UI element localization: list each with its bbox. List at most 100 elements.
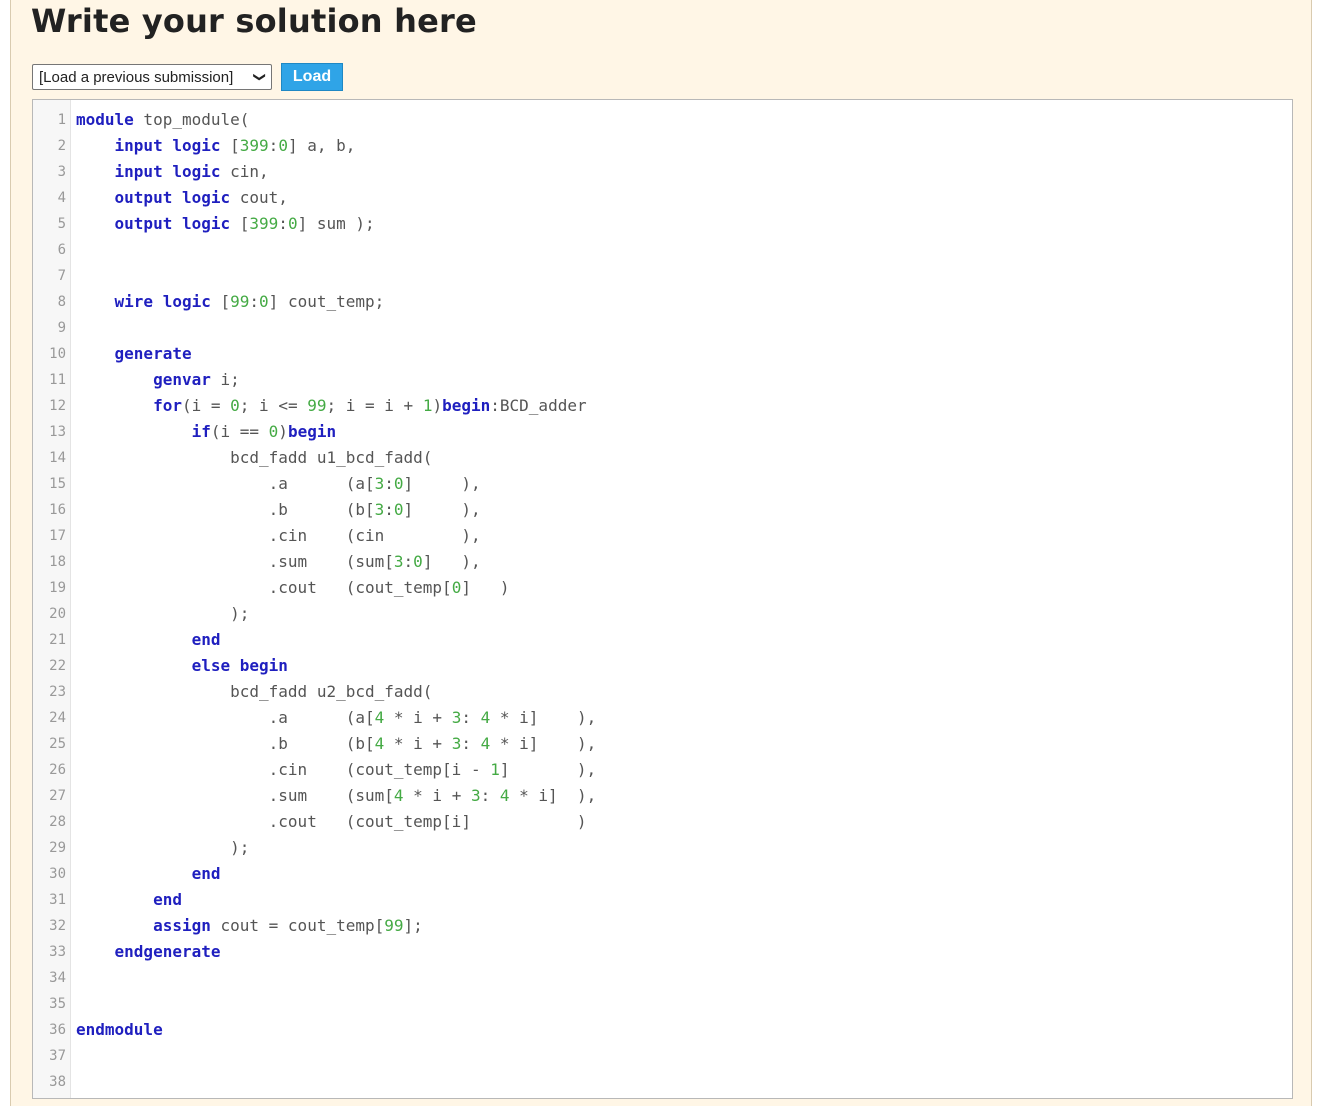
code-token: .cout (cout_temp[ bbox=[76, 578, 452, 597]
code-keyword: endgenerate bbox=[114, 942, 221, 961]
code-token: .cin (cin ), bbox=[76, 526, 481, 545]
code-line[interactable]: 34 bbox=[33, 965, 1292, 991]
code-line[interactable]: 10 generate bbox=[33, 341, 1292, 367]
code-number: 4 bbox=[374, 708, 385, 727]
code-text[interactable]: .sum (sum[4 * i + 3: 4 * i] ), bbox=[76, 783, 597, 809]
line-number: 19 bbox=[49, 580, 66, 596]
code-token: * i + bbox=[384, 708, 452, 727]
line-number: 29 bbox=[49, 840, 66, 856]
code-editor[interactable]: 1 module top_module(2 input logic [399:0]… bbox=[32, 99, 1293, 1099]
code-number: 99 bbox=[384, 916, 404, 935]
code-line[interactable]: 1 module top_module( bbox=[33, 107, 1292, 133]
code-token: : bbox=[268, 136, 279, 155]
code-line[interactable]: 15 .a (a[3:0] ), bbox=[33, 471, 1292, 497]
code-text[interactable]: .cout (cout_temp[i] ) bbox=[76, 809, 587, 835]
code-token: ] ), bbox=[403, 474, 481, 493]
code-text[interactable]: ); bbox=[76, 835, 249, 861]
code-line[interactable]: 8 wire logic [99:0] cout_temp; bbox=[33, 289, 1292, 315]
code-line[interactable]: 3 input logic cin, bbox=[33, 159, 1292, 185]
code-line[interactable]: 28 .cout (cout_temp[i] ) bbox=[33, 809, 1292, 835]
code-text[interactable]: output logic cout, bbox=[76, 185, 288, 211]
code-text[interactable]: .b (b[4 * i + 3: 4 * i] ), bbox=[76, 731, 597, 757]
code-text[interactable]: bcd_fadd u1_bcd_fadd( bbox=[76, 445, 432, 471]
code-line[interactable]: 16 .b (b[3:0] ), bbox=[33, 497, 1292, 523]
code-text[interactable]: module top_module( bbox=[76, 107, 249, 133]
code-line[interactable]: 32 assign cout = cout_temp[99]; bbox=[33, 913, 1292, 939]
code-line[interactable]: 19 .cout (cout_temp[0] ) bbox=[33, 575, 1292, 601]
line-number: 27 bbox=[49, 788, 66, 804]
code-token: i; bbox=[210, 370, 240, 389]
code-text[interactable]: input logic cin, bbox=[76, 159, 269, 185]
code-line[interactable]: 26 .cin (cout_temp[i - 1] ), bbox=[33, 757, 1292, 783]
code-text[interactable]: endmodule bbox=[76, 1017, 163, 1043]
code-line[interactable]: 11 genvar i; bbox=[33, 367, 1292, 393]
code-line[interactable]: 31 end bbox=[33, 887, 1292, 913]
code-token: .cin (cout_temp[i - bbox=[76, 760, 491, 779]
code-text[interactable]: end bbox=[76, 627, 221, 653]
code-line[interactable]: 5 output logic [399:0] sum ); bbox=[33, 211, 1292, 237]
code-line[interactable]: 27 .sum (sum[4 * i + 3: 4 * i] ), bbox=[33, 783, 1292, 809]
code-line[interactable]: 12 for(i = 0; i <= 99; i = i + 1)begin:B… bbox=[33, 393, 1292, 419]
code-token: bcd_fadd u1_bcd_fadd( bbox=[76, 448, 433, 467]
code-line[interactable]: 29 ); bbox=[33, 835, 1292, 861]
code-text[interactable]: genvar i; bbox=[76, 367, 240, 393]
code-line[interactable]: 21 end bbox=[33, 627, 1292, 653]
code-text[interactable]: .a (a[4 * i + 3: 4 * i] ), bbox=[76, 705, 597, 731]
code-text[interactable]: end bbox=[76, 861, 221, 887]
code-line[interactable]: 35 bbox=[33, 991, 1292, 1017]
code-line[interactable]: 36 endmodule bbox=[33, 1017, 1292, 1043]
code-text[interactable]: for(i = 0; i <= 99; i = i + 1)begin:BCD_… bbox=[76, 393, 587, 419]
code-line[interactable]: 23 bcd_fadd u2_bcd_fadd( bbox=[33, 679, 1292, 705]
code-text[interactable]: .a (a[3:0] ), bbox=[76, 471, 481, 497]
code-text[interactable]: bcd_fadd u2_bcd_fadd( bbox=[76, 679, 432, 705]
code-text[interactable]: input logic [399:0] a, b, bbox=[76, 133, 356, 159]
code-text[interactable]: ); bbox=[76, 601, 249, 627]
code-text[interactable]: wire logic [99:0] cout_temp; bbox=[76, 289, 385, 315]
previous-submission-select[interactable]: [Load a previous submission] ❯ bbox=[32, 64, 272, 90]
code-line[interactable]: 25 .b (b[4 * i + 3: 4 * i] ), bbox=[33, 731, 1292, 757]
line-number: 16 bbox=[49, 502, 66, 518]
code-text[interactable]: output logic [399:0] sum ); bbox=[76, 211, 375, 237]
code-text[interactable]: end bbox=[76, 887, 182, 913]
code-line[interactable]: 22 else begin bbox=[33, 653, 1292, 679]
code-text[interactable]: .cin (cout_temp[i - 1] ), bbox=[76, 757, 597, 783]
code-text[interactable]: assign cout = cout_temp[99]; bbox=[76, 913, 423, 939]
code-line[interactable]: 2 input logic [399:0] a, b, bbox=[33, 133, 1292, 159]
code-line[interactable]: 17 .cin (cin ), bbox=[33, 523, 1292, 549]
code-number: 4 bbox=[374, 734, 385, 753]
code-line[interactable]: 7 bbox=[33, 263, 1292, 289]
code-content[interactable]: 1 module top_module(2 input logic [399:0]… bbox=[33, 107, 1292, 1095]
code-text[interactable]: .b (b[3:0] ), bbox=[76, 497, 481, 523]
chevron-down-icon: ❯ bbox=[252, 71, 267, 83]
code-keyword: else begin bbox=[191, 656, 288, 675]
code-line[interactable]: 9 bbox=[33, 315, 1292, 341]
code-line[interactable]: 20 ); bbox=[33, 601, 1292, 627]
load-button[interactable]: Load bbox=[281, 63, 343, 91]
code-token: ] ) bbox=[461, 578, 510, 597]
code-line[interactable]: 18 .sum (sum[3:0] ), bbox=[33, 549, 1292, 575]
code-line[interactable]: 38 bbox=[33, 1069, 1292, 1095]
code-text[interactable]: .cout (cout_temp[0] ) bbox=[76, 575, 510, 601]
code-text[interactable]: if(i == 0)begin bbox=[76, 419, 337, 445]
code-text[interactable]: generate bbox=[76, 341, 192, 367]
code-line[interactable]: 37 bbox=[33, 1043, 1292, 1069]
line-number: 17 bbox=[49, 528, 66, 544]
code-line[interactable]: 14 bcd_fadd u1_bcd_fadd( bbox=[33, 445, 1292, 471]
code-text[interactable]: else begin bbox=[76, 653, 288, 679]
code-line[interactable]: 13 if(i == 0)begin bbox=[33, 419, 1292, 445]
code-line[interactable]: 4 output logic cout, bbox=[33, 185, 1292, 211]
code-text[interactable]: .cin (cin ), bbox=[76, 523, 481, 549]
code-line[interactable]: 6 bbox=[33, 237, 1292, 263]
code-line[interactable]: 30 end bbox=[33, 861, 1292, 887]
line-number: 2 bbox=[57, 138, 66, 154]
code-number: 0 bbox=[278, 136, 288, 155]
code-line[interactable]: 24 .a (a[4 * i + 3: 4 * i] ), bbox=[33, 705, 1292, 731]
code-text[interactable]: .sum (sum[3:0] ), bbox=[76, 549, 481, 575]
code-token: ] sum ); bbox=[297, 214, 375, 233]
code-token: :BCD_adder bbox=[490, 396, 587, 415]
code-text[interactable]: endgenerate bbox=[76, 939, 221, 965]
code-line[interactable]: 33 endgenerate bbox=[33, 939, 1292, 965]
